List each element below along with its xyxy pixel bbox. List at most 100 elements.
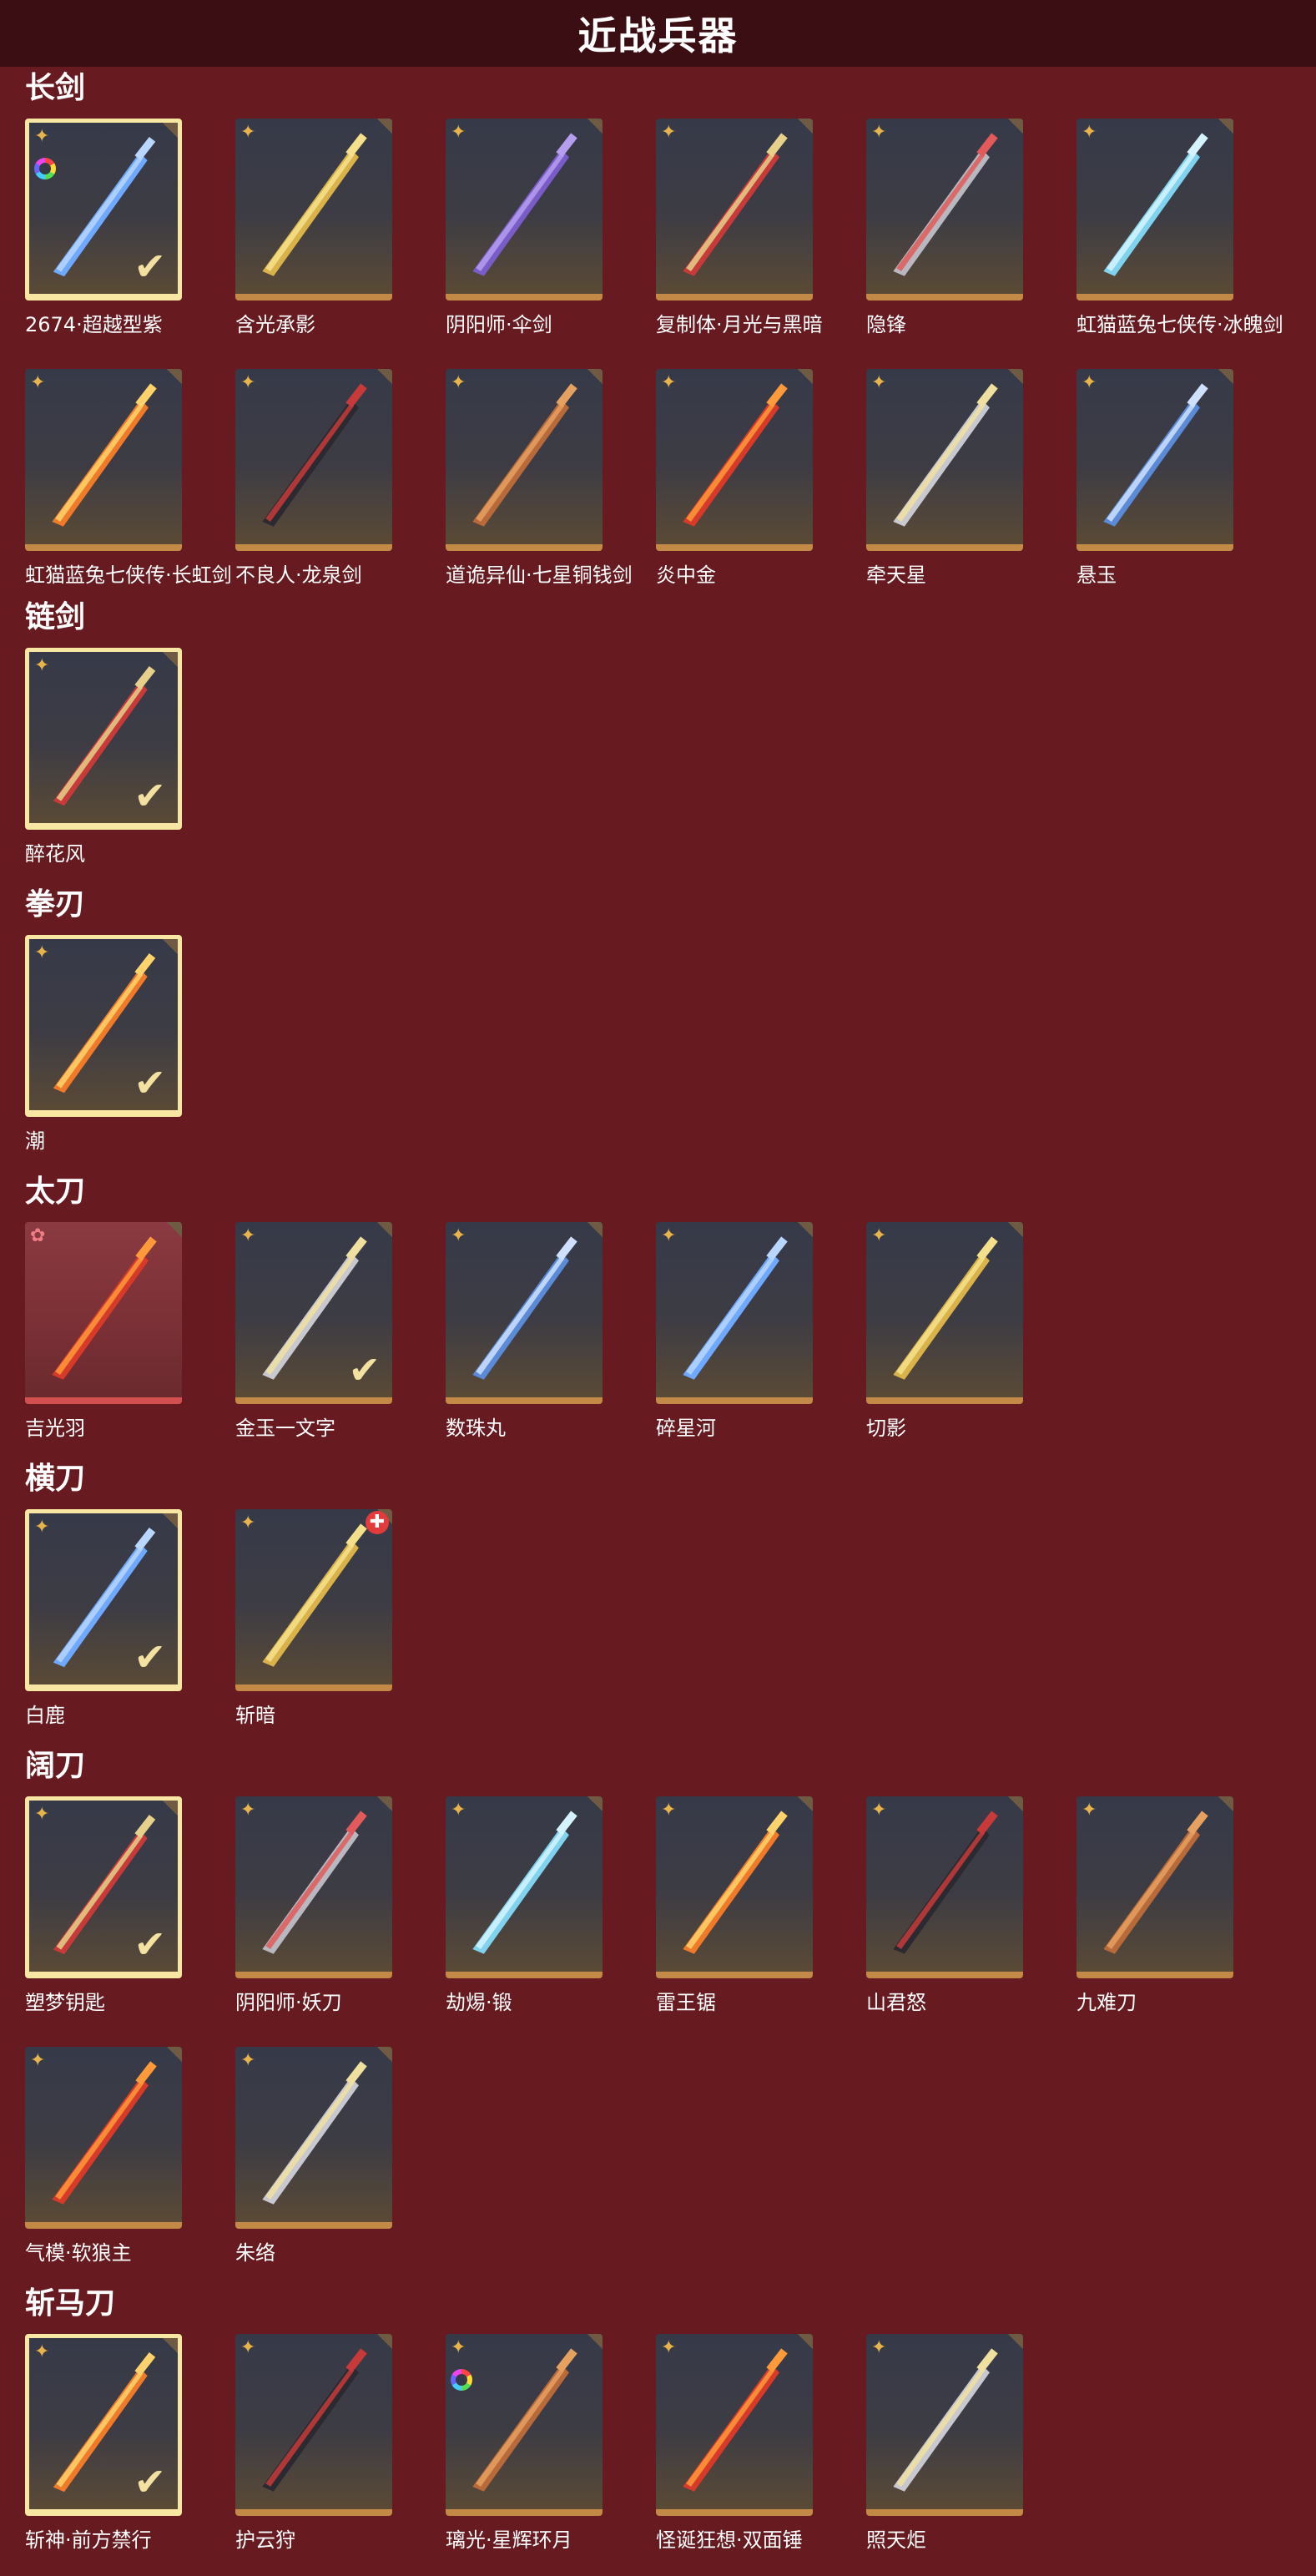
equipped-check-icon: ✔ xyxy=(134,1922,166,1967)
equipped-check-icon: ✔ xyxy=(134,1060,166,1105)
weapon-item[interactable]: ✦ 山君怒 xyxy=(841,1796,1050,2038)
weapon-card[interactable]: ✦ xyxy=(235,119,392,301)
weapon-item[interactable]: ✦ 阴阳师·伞剑 xyxy=(421,119,629,361)
weapon-card[interactable]: ✦ xyxy=(446,2334,603,2516)
weapon-name: 道诡异仙·七星铜钱剑 xyxy=(446,563,633,587)
weapon-card[interactable]: ✦ xyxy=(656,2334,813,2516)
weapon-name: 悬玉 xyxy=(1076,563,1117,587)
corner-tab-icon xyxy=(377,369,392,384)
weapon-name: 虹猫蓝兔七侠传·长虹剑 xyxy=(25,563,232,587)
weapon-card[interactable]: ✦ xyxy=(866,369,1023,551)
weapon-card[interactable]: ✦ xyxy=(1076,1796,1233,1978)
weapon-card[interactable]: ✦ ✚ xyxy=(235,1509,392,1691)
weapon-card[interactable]: ✦ xyxy=(656,1222,813,1404)
weapon-item[interactable]: ✦ 璃光·星辉环月 xyxy=(421,2334,629,2576)
weapon-card[interactable]: ✦ ✔ xyxy=(25,935,182,1117)
weapon-item[interactable]: ✦ 牵天星 xyxy=(841,369,1050,611)
weapon-item[interactable]: ✦ ✔ 白鹿 xyxy=(0,1509,209,1751)
weapon-item[interactable]: ✦ 含光承影 xyxy=(210,119,419,361)
weapon-item[interactable]: ✿ 吉光羽 xyxy=(0,1222,209,1464)
rarity-star-icon: ✦ xyxy=(34,655,50,676)
rarity-star-icon: ✦ xyxy=(871,122,887,143)
weapon-card[interactable]: ✦ xyxy=(446,1222,603,1404)
rarity-star-icon: ✦ xyxy=(451,372,466,393)
weapon-item[interactable]: ✦ 切影 xyxy=(841,1222,1050,1464)
weapon-item[interactable]: ✦ ✔ 醉花风 xyxy=(0,648,209,890)
weapon-item[interactable]: ✦ 炎中金 xyxy=(631,369,840,611)
purple-umbrella-sword-icon xyxy=(472,133,577,276)
weapon-item[interactable]: ✦ 复制体·月光与黑暗 xyxy=(631,119,840,361)
weapon-card[interactable]: ✦ ✔ xyxy=(25,648,182,830)
weapon-item[interactable]: ✦ 朱络 xyxy=(210,2047,419,2289)
weapon-card[interactable]: ✦ xyxy=(235,369,392,551)
corner-tab-icon xyxy=(1218,1796,1233,1811)
weapon-card[interactable]: ✦ xyxy=(866,119,1023,301)
weapon-card[interactable]: ✦ ✔ xyxy=(25,2334,182,2516)
weapon-item[interactable]: ✦ 隐锋 xyxy=(841,119,1050,361)
weapon-card[interactable]: ✦ xyxy=(866,1796,1023,1978)
weapon-card[interactable]: ✦ xyxy=(446,1796,603,1978)
weapon-card[interactable]: ✦ xyxy=(866,2334,1023,2516)
weapon-name: 斩神·前方禁行 xyxy=(25,2528,152,2552)
weapon-card[interactable]: ✦ xyxy=(656,1796,813,1978)
weapon-item[interactable]: ✦ 虹猫蓝兔七侠传·长虹剑 xyxy=(0,369,232,611)
corner-tab-icon xyxy=(163,1801,178,1816)
weapon-item[interactable]: ✦ ✔ 潮 xyxy=(0,935,209,1177)
section-title: 横刀 xyxy=(25,1462,86,1496)
weapon-item[interactable]: ✦ 气模·软狼主 xyxy=(0,2047,209,2289)
weapon-item[interactable]: ✦ 不良人·龙泉剑 xyxy=(210,369,419,611)
weapon-name: 阴阳师·伞剑 xyxy=(446,313,552,336)
weapon-item[interactable]: ✦ ✔ 金玉一文字 xyxy=(210,1222,419,1464)
weapon-card[interactable]: ✦ ✔ xyxy=(235,1222,392,1404)
weapon-item[interactable]: ✦ ✚ 斩暗 xyxy=(210,1509,419,1751)
weapon-item[interactable]: ✦ ✔ 斩神·前方禁行 xyxy=(0,2334,209,2576)
weapon-name: 照天炬 xyxy=(866,2528,926,2552)
corner-tab-icon xyxy=(163,123,178,138)
weapon-item[interactable]: ✦ 道诡异仙·七星铜钱剑 xyxy=(421,369,633,611)
weapon-card[interactable]: ✦ xyxy=(1076,369,1233,551)
weapon-item[interactable]: ✦ 照天炬 xyxy=(841,2334,1050,2576)
weapon-item[interactable]: ✦ 数珠丸 xyxy=(421,1222,629,1464)
weapon-card[interactable]: ✦ xyxy=(446,369,603,551)
weapon-item[interactable]: ✦ ✔ 2674·超越型紫 xyxy=(0,119,209,361)
weapon-card[interactable]: ✿ xyxy=(25,1222,182,1404)
weapon-item[interactable]: ✦ 碎星河 xyxy=(631,1222,840,1464)
weapon-card[interactable]: ✦ xyxy=(25,369,182,551)
weapon-card[interactable]: ✦ xyxy=(235,2334,392,2516)
weapon-item[interactable]: ✦ 怪诞狂想·双面锤 xyxy=(631,2334,840,2576)
weapon-item[interactable]: ✦ ✔ 塑梦钥匙 xyxy=(0,1796,209,2038)
rarity-star-icon: ✦ xyxy=(1082,1800,1097,1821)
weapon-item[interactable]: ✦ 劫焬·锻 xyxy=(421,1796,629,2038)
weapon-item[interactable]: ✦ 阴阳师·妖刀 xyxy=(210,1796,419,2038)
weapon-card[interactable]: ✦ ✔ xyxy=(25,1796,182,1978)
weapon-card[interactable]: ✦ xyxy=(866,1222,1023,1404)
weapon-item[interactable]: ✦ 九难刀 xyxy=(1051,1796,1260,2038)
black-red-broadsword-icon xyxy=(472,1811,577,1954)
weapon-item[interactable]: ✦ 护云狩 xyxy=(210,2334,419,2576)
corner-tab-icon xyxy=(1008,2334,1023,2349)
rarity-star-icon: ✦ xyxy=(240,2337,256,2358)
weapon-item[interactable]: ✦ 悬玉 xyxy=(1051,369,1260,611)
weapon-name: 复制体·月光与黑暗 xyxy=(656,313,823,336)
section-title: 阔刀 xyxy=(25,1749,86,1783)
corner-tab-icon xyxy=(1218,119,1233,134)
weapon-card[interactable]: ✦ xyxy=(235,2047,392,2229)
corner-tab-icon xyxy=(798,1796,813,1811)
weapon-item[interactable]: ✦ 雷王锯 xyxy=(631,1796,840,2038)
weapon-card[interactable]: ✦ ✔ xyxy=(25,1509,182,1691)
section-title: 拳刃 xyxy=(25,887,86,922)
weapon-item[interactable]: ✦ 虹猫蓝兔七侠传·冰魄剑 xyxy=(1051,119,1283,361)
weapon-card[interactable]: ✦ xyxy=(1076,119,1233,301)
weapon-card[interactable]: ✦ xyxy=(656,369,813,551)
weapon-card[interactable]: ✦ ✔ xyxy=(25,119,182,301)
weapon-name: 气模·软狼主 xyxy=(25,2241,132,2265)
demon-blade-icon xyxy=(262,1811,367,1954)
weapon-name: 不良人·龙泉剑 xyxy=(235,563,362,587)
weapon-card[interactable]: ✦ xyxy=(446,119,603,301)
weapon-card[interactable]: ✦ xyxy=(656,119,813,301)
weapon-card[interactable]: ✦ xyxy=(235,1796,392,1978)
rarity-star-icon: ✦ xyxy=(240,1225,256,1246)
weapon-card[interactable]: ✦ xyxy=(25,2047,182,2229)
weapon-name: 斩暗 xyxy=(235,1704,275,1727)
corner-tab-icon xyxy=(163,652,178,667)
